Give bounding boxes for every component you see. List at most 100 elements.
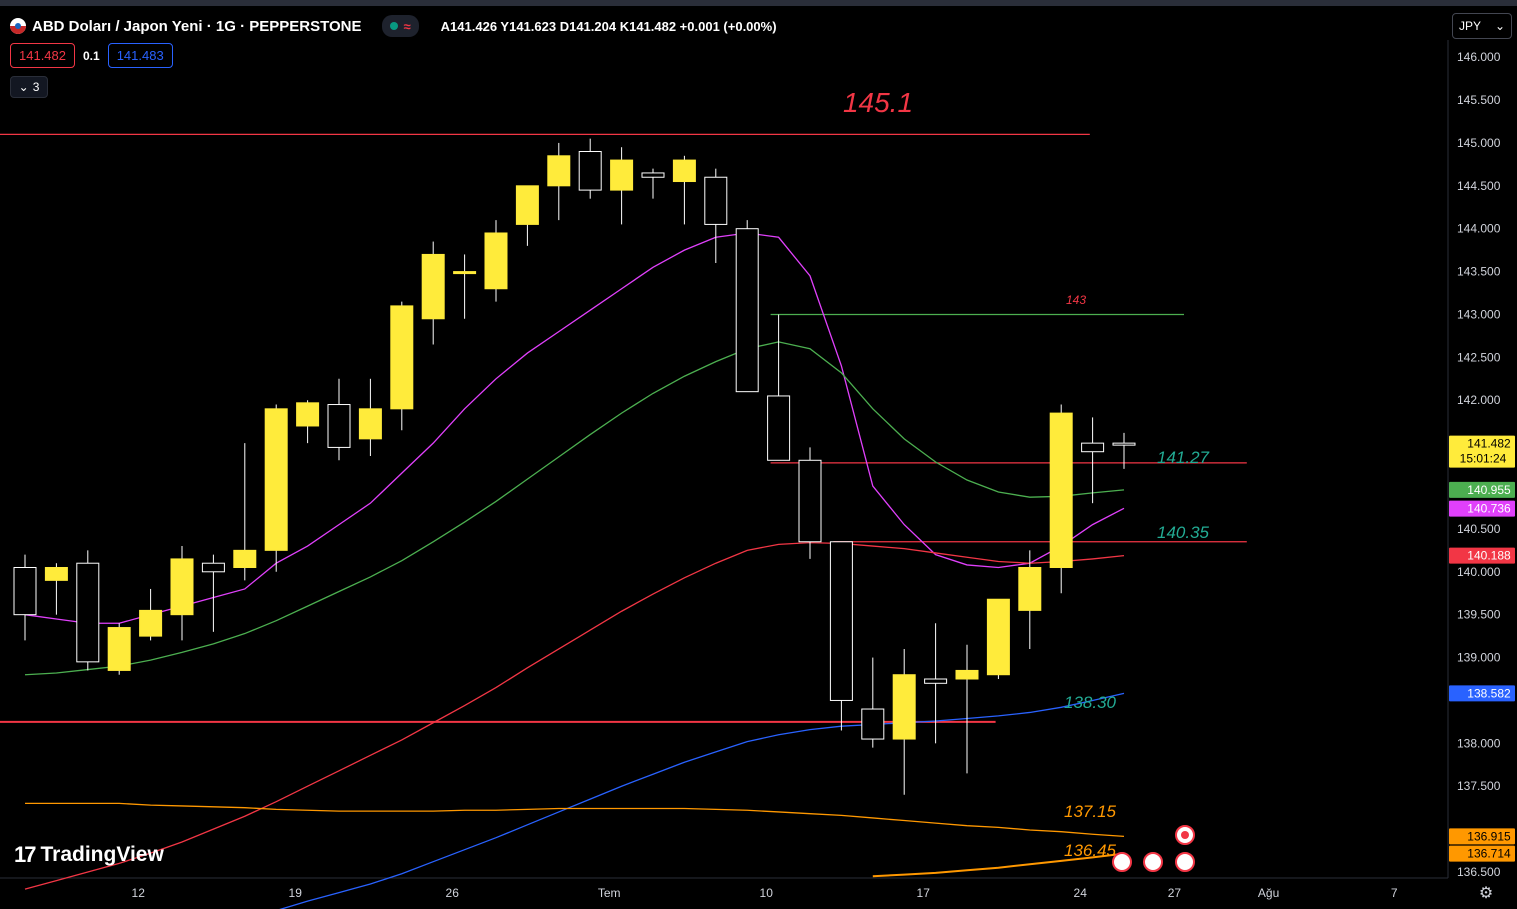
candle-body[interactable] xyxy=(1112,442,1136,446)
y-tick-label: 138.000 xyxy=(1457,736,1501,750)
level-label: 138.30 xyxy=(1064,693,1117,712)
countdown-label: 15:01:24 xyxy=(1460,452,1507,466)
x-tick-label: Ağu xyxy=(1258,886,1279,900)
ma-200-line xyxy=(25,802,1125,838)
candle-body[interactable] xyxy=(296,402,320,427)
ma-100-line xyxy=(279,692,1125,909)
us-flag-event-icon[interactable] xyxy=(1175,852,1195,872)
y-tick-label: 144.500 xyxy=(1457,179,1501,193)
price-tag-value: 136.714 xyxy=(1467,847,1511,861)
price-tag-value: 140.736 xyxy=(1467,502,1511,516)
x-tick-label: 27 xyxy=(1168,886,1182,900)
candle-body[interactable] xyxy=(1081,442,1105,453)
ma-mid-line xyxy=(24,341,1125,676)
currency-value: JPY xyxy=(1459,19,1482,33)
candle-body[interactable] xyxy=(44,567,68,581)
candle-body[interactable] xyxy=(924,678,948,684)
price-tag-value: 136.915 xyxy=(1467,829,1511,843)
candle-body[interactable] xyxy=(13,567,37,616)
x-tick-label: 19 xyxy=(289,886,303,900)
flag-icon xyxy=(10,18,26,34)
wave-icon: ≈ xyxy=(403,18,411,34)
candle-body[interactable] xyxy=(107,627,131,671)
level-label: 143 xyxy=(1066,293,1086,307)
currency-select[interactable]: JPY ⌄ xyxy=(1452,13,1512,39)
ohlc-values: A141.426 Y141.623 D141.204 K141.482 +0.0… xyxy=(440,18,777,34)
candle-body[interactable] xyxy=(672,159,696,183)
candle-body[interactable] xyxy=(578,151,602,191)
candle-body[interactable] xyxy=(170,558,194,616)
candle-body[interactable] xyxy=(829,541,853,701)
candle-body[interactable] xyxy=(641,172,665,178)
y-tick-label: 142.000 xyxy=(1457,393,1501,407)
us-flag-event-icon[interactable] xyxy=(1143,852,1163,872)
candle-body[interactable] xyxy=(1018,567,1042,611)
candle-body[interactable] xyxy=(139,609,163,637)
y-tick-label: 143.000 xyxy=(1457,307,1501,321)
x-tick-label: 7 xyxy=(1391,886,1398,900)
y-tick-label: 140.500 xyxy=(1457,522,1501,536)
x-tick-label: 12 xyxy=(132,886,146,900)
candle-body[interactable] xyxy=(358,408,382,440)
trade-buttons: 141.482 0.1 141.483 xyxy=(10,43,173,68)
indicators-toggle-button[interactable]: ⌄ 3 xyxy=(10,76,48,98)
market-status[interactable]: ≈ xyxy=(381,15,419,37)
y-tick-label: 146.000 xyxy=(1457,50,1501,64)
candle-body[interactable] xyxy=(233,549,257,569)
gear-icon[interactable]: ⚙ xyxy=(1475,883,1497,905)
candle-body[interactable] xyxy=(704,176,728,225)
sell-button[interactable]: 141.482 xyxy=(10,43,75,68)
x-tick-label: 17 xyxy=(917,886,931,900)
level-label: 145.1 xyxy=(843,87,913,118)
level-label: 141.27 xyxy=(1157,448,1210,467)
indicators-count: 3 xyxy=(32,80,40,94)
candle-body[interactable] xyxy=(798,459,822,543)
candle-body[interactable] xyxy=(1049,412,1073,569)
market-open-dot-icon xyxy=(389,22,398,30)
tradingview-mark-icon: 17 xyxy=(14,842,37,867)
candle-body[interactable] xyxy=(861,708,885,740)
candle-body[interactable] xyxy=(892,674,916,740)
candle-body[interactable] xyxy=(453,271,477,275)
chevron-down-icon: ⌄ xyxy=(1494,19,1505,33)
candle-body[interactable] xyxy=(735,228,759,393)
level-label: 140.35 xyxy=(1157,523,1210,542)
price-tag-value: 141.482 xyxy=(1467,437,1511,451)
y-tick-label: 139.000 xyxy=(1457,651,1501,665)
y-tick-label: 143.500 xyxy=(1457,265,1501,279)
x-tick-label: 26 xyxy=(446,886,460,900)
tradingview-logo[interactable]: 17 TradingView xyxy=(14,842,164,868)
y-tick-label: 145.000 xyxy=(1457,136,1501,150)
x-tick-label: 24 xyxy=(1074,886,1088,900)
price-chart[interactable]: 146.000 145.500 145.000 144.500 144.000 143.5… xyxy=(0,0,1517,909)
y-tick-label: 139.500 xyxy=(1457,608,1501,622)
price-tag-value: 140.188 xyxy=(1467,549,1511,563)
candle-body[interactable] xyxy=(986,598,1010,676)
candle-body[interactable] xyxy=(421,253,445,320)
us-flag-event-icon[interactable] xyxy=(1112,852,1132,872)
y-tick-label: 140.000 xyxy=(1457,565,1501,579)
candle-body[interactable] xyxy=(390,305,414,410)
candle-body[interactable] xyxy=(327,404,351,448)
candle-body[interactable] xyxy=(547,155,571,187)
candle-body[interactable] xyxy=(767,395,791,461)
price-tag-value: 138.582 xyxy=(1467,686,1511,700)
y-tick-label: 136.500 xyxy=(1457,865,1501,879)
chart-header: ABD Doları / Japon Yeni · 1G · PEPPERSTO… xyxy=(10,15,777,37)
y-tick-label: 145.500 xyxy=(1457,93,1501,107)
y-tick-label: 144.000 xyxy=(1457,222,1501,236)
y-tick-label: 137.500 xyxy=(1457,779,1501,793)
buy-button[interactable]: 141.483 xyxy=(107,43,173,68)
chevron-down-icon: ⌄ xyxy=(18,80,29,94)
candle-body[interactable] xyxy=(201,562,225,573)
alert-event-dot xyxy=(1181,831,1189,839)
candle-body[interactable] xyxy=(955,669,979,680)
price-tag-value: 140.955 xyxy=(1467,483,1511,497)
candle-body[interactable] xyxy=(264,408,288,551)
level-label: 137.15 xyxy=(1064,802,1117,821)
candle-body[interactable] xyxy=(76,562,100,663)
candle-body[interactable] xyxy=(610,159,634,191)
candle-body[interactable] xyxy=(515,185,539,225)
symbol-title[interactable]: ABD Doları / Japon Yeni · 1G · PEPPERSTO… xyxy=(32,18,362,35)
candle-body[interactable] xyxy=(484,232,508,290)
